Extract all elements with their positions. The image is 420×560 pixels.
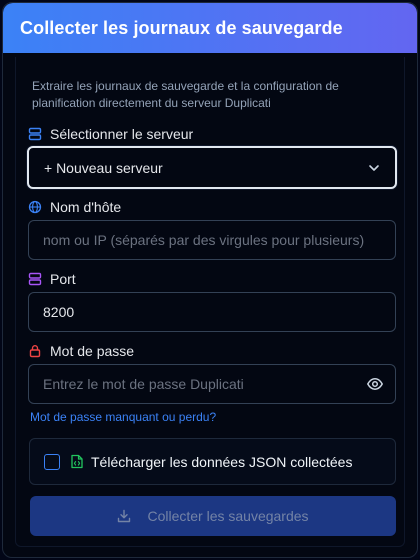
collect-backup-logs-dialog: Collecter les journaux de sauvegarde Ext… bbox=[2, 2, 418, 558]
hostname-placeholder: nom ou IP (séparés par des virgules pour… bbox=[43, 232, 365, 248]
port-value: 8200 bbox=[43, 304, 75, 320]
password-placeholder: Entrez le mot de passe Duplicati bbox=[43, 376, 244, 392]
hostname-input[interactable]: nom ou IP (séparés par des virgules pour… bbox=[28, 220, 396, 260]
port-server-icon bbox=[28, 272, 42, 286]
collect-backups-button[interactable]: Collecter les sauvegardes bbox=[30, 496, 396, 536]
dialog-title: Collecter les journaux de sauvegarde bbox=[20, 18, 343, 38]
globe-icon bbox=[28, 200, 42, 214]
port-input[interactable]: 8200 bbox=[28, 292, 396, 332]
download-json-checkbox[interactable] bbox=[44, 454, 60, 470]
password-input[interactable]: Entrez le mot de passe Duplicati bbox=[28, 364, 396, 404]
server-selected-value: + Nouveau serveur bbox=[44, 159, 163, 176]
server-label-text: Sélectionner le serveur bbox=[50, 126, 194, 142]
password-field-label: Mot de passe bbox=[28, 342, 134, 360]
port-field-label: Port bbox=[28, 270, 76, 288]
dialog-header: Collecter les journaux de sauvegarde bbox=[3, 3, 417, 53]
password-label-text: Mot de passe bbox=[50, 343, 135, 359]
server-field-label: Sélectionner le serveur bbox=[28, 125, 193, 143]
download-json-option[interactable]: Télécharger les données JSON collectées bbox=[29, 438, 396, 485]
eye-icon[interactable] bbox=[366, 375, 384, 393]
port-label-text: Port bbox=[50, 271, 76, 287]
server-stack-icon bbox=[28, 127, 42, 141]
download-icon bbox=[118, 509, 131, 523]
file-json-icon bbox=[71, 454, 83, 469]
dialog-description: Extraire les journaux de sauvegarde et l… bbox=[32, 79, 339, 110]
server-select[interactable]: + Nouveau serveur bbox=[27, 146, 397, 189]
lock-icon bbox=[29, 345, 41, 358]
hostname-field-label: Nom d'hôte bbox=[28, 198, 121, 216]
collect-button-label: Collecter les sauvegardes bbox=[147, 508, 309, 524]
download-json-label: Télécharger les données JSON collectées bbox=[91, 454, 353, 470]
chevron-down-icon bbox=[369, 164, 379, 171]
forgot-password-link[interactable]: Mot de passe manquant ou perdu? bbox=[30, 410, 216, 424]
hostname-label-text: Nom d'hôte bbox=[50, 199, 122, 215]
